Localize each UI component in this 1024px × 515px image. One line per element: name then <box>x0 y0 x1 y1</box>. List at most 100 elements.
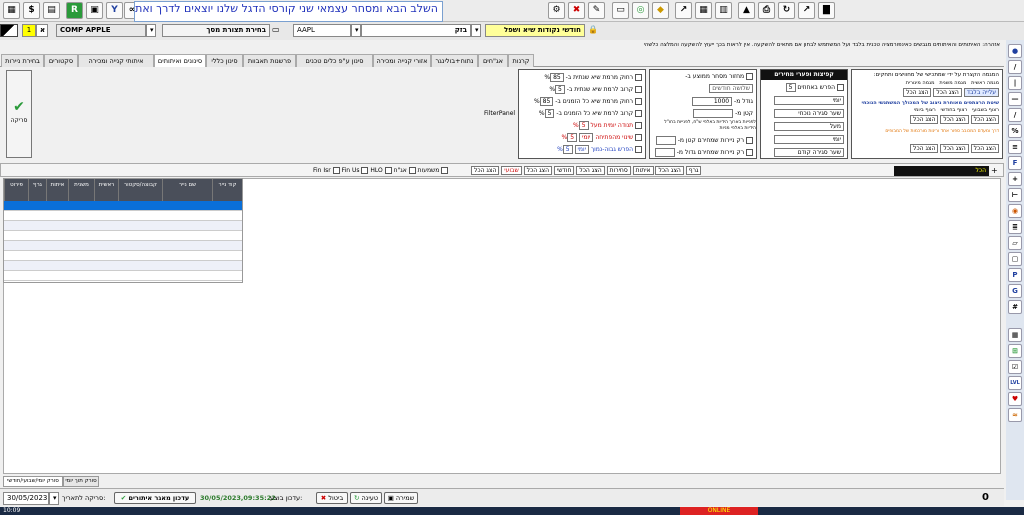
tab-funds[interactable]: קרנות <box>508 54 534 67</box>
table-row[interactable] <box>4 221 242 231</box>
trend-group: המגמה הקצרת על ידי שמתכישי של מחוויצים ו… <box>851 69 1003 159</box>
percent-icon[interactable]: % <box>1008 124 1022 138</box>
table-row[interactable] <box>4 231 242 241</box>
box-icon[interactable]: ▢ <box>1008 252 1022 266</box>
monitor-small-icon: ▭ <box>272 25 280 34</box>
a-toggle[interactable]: א <box>36 24 48 37</box>
date-dropdown[interactable]: ▾ <box>49 492 59 505</box>
taskbar: 10:09 ONLINE <box>0 507 1024 515</box>
tab-bollinger[interactable]: נתוח+בולינגר <box>431 54 478 67</box>
table-row[interactable] <box>4 261 242 271</box>
filter-panel-label: FilterPanel <box>484 110 516 117</box>
cancel-button[interactable]: ✖ ביטול <box>316 492 348 504</box>
company-name: COMP APPLE <box>56 24 146 37</box>
bottom-bar: 30/05/2023 ▾ סריקה לתאריך: ✔ עדכון מאגר … <box>0 488 1004 506</box>
table-row[interactable] <box>4 241 242 251</box>
trend-icon[interactable]: ↗ <box>798 2 815 19</box>
dollar-icon[interactable]: $ <box>23 2 40 19</box>
p-icon[interactable]: P <box>1008 268 1022 282</box>
close-icon[interactable]: ✖ <box>568 2 585 19</box>
tools-icon[interactable]: ✎ <box>588 2 605 19</box>
tab-technical-filter[interactable]: סינון ע"פ כלים טכנים <box>296 54 373 67</box>
add-icon[interactable]: ⊞ <box>1008 344 1022 358</box>
check-box-icon[interactable]: ☑ <box>1008 360 1022 374</box>
lvl-icon[interactable]: LVL <box>1008 376 1022 390</box>
search-icon[interactable]: ◎ <box>632 2 649 19</box>
tab-sectors[interactable]: סקטורים <box>44 54 78 67</box>
plus-grid-icon[interactable]: + <box>1008 172 1022 186</box>
fib-icon[interactable]: ≣ <box>1008 220 1022 234</box>
exchange-field[interactable]: בזק <box>361 24 471 37</box>
color-swatch[interactable] <box>0 24 18 37</box>
ruler-icon[interactable]: ⊢ <box>1008 188 1022 202</box>
monitor-icon[interactable]: ▭ <box>612 2 629 19</box>
lines-icon[interactable]: ≡ <box>1008 140 1022 154</box>
grid-icon[interactable]: ▦ <box>3 2 20 19</box>
lock-icon[interactable]: 🔒 <box>588 25 598 34</box>
date-field[interactable]: 30/05/2023 <box>3 492 49 505</box>
y-button[interactable]: Y <box>106 2 123 19</box>
load-button[interactable]: ↻ טעינה <box>350 492 382 504</box>
symbol-field[interactable]: AAPL <box>293 24 351 37</box>
table-icon[interactable]: ▦ <box>1008 328 1022 342</box>
scan-date-label: סריקה לתאריך: <box>62 494 106 502</box>
tab-bonds[interactable]: אג"חים <box>478 54 508 67</box>
table-row[interactable] <box>4 211 242 221</box>
wave-icon[interactable]: ≈ <box>1008 408 1022 422</box>
r-button[interactable]: R <box>66 2 83 19</box>
line-icon[interactable]: / <box>1008 60 1022 74</box>
tab-select-securities[interactable]: בחירת ניירות <box>1 54 44 67</box>
news-banner[interactable]: השלב הבא ומסחר עצמאי שני קורסי הדגל שלנו… <box>134 1 443 22</box>
save-button[interactable]: ▣ שמירה <box>384 492 418 504</box>
update-db-button[interactable]: ✔ עדכון מאגר איתורים <box>114 492 196 504</box>
result-count: 0 <box>982 492 989 503</box>
line-chart-icon[interactable]: ↗ <box>675 2 692 19</box>
company-dropdown[interactable]: ▾ <box>146 24 156 37</box>
tab-general-filter[interactable]: סינון כללי <box>206 54 243 67</box>
refresh-icon: ↻ <box>353 494 360 502</box>
f-icon[interactable]: F <box>1008 156 1022 170</box>
table-row[interactable] <box>4 251 242 261</box>
heart-icon[interactable]: ♥ <box>1008 392 1022 406</box>
tab-interpretations[interactable]: פרשנות תאבוות <box>243 54 296 67</box>
diamond-icon[interactable]: ◆ <box>652 2 669 19</box>
hash-icon[interactable]: # <box>1008 300 1022 314</box>
online-status: ONLINE <box>680 507 758 515</box>
bar-chart-icon[interactable]: ▇ <box>818 2 835 19</box>
exchange-dropdown[interactable]: ▾ <box>471 24 481 37</box>
chart-icon[interactable]: ▤ <box>43 2 60 19</box>
color-icon[interactable]: ◉ <box>1008 204 1022 218</box>
layout-select[interactable]: בחירת תצורת מסך <box>162 24 270 37</box>
scan-name-field[interactable]: חודשי נקודות שיא ושפל <box>485 24 585 37</box>
tab-buy-sell-signals[interactable]: איתותי קנייה ומכירה <box>78 54 154 67</box>
plus-icon[interactable]: + <box>991 166 998 175</box>
g-icon[interactable]: G <box>1008 284 1022 298</box>
table-row[interactable] <box>4 271 242 281</box>
tab-buy-sell-zones[interactable]: אזורי קנייה ומכירה <box>373 54 431 67</box>
diagonal-icon[interactable]: / <box>1008 108 1022 122</box>
table-row[interactable] <box>4 201 242 211</box>
results-table: פירוט גרף איתות משנית ראשית קבוצה/סקטור … <box>3 178 243 283</box>
print-icon[interactable]: ⎙ <box>758 2 775 19</box>
scan-button[interactable]: ✔ סריקה <box>6 70 32 158</box>
num-field[interactable]: 1 <box>22 24 36 37</box>
clock: 10:09 <box>3 507 21 514</box>
vline-icon[interactable]: | <box>1008 76 1022 90</box>
right-sidebar: ● / | — / % ≡ F + ⊢ ◉ ≣ ▱ ▢ P G # ▦ ⊞ ☑ … <box>1006 40 1024 500</box>
top-toolbar: ▦ $ ▤ R ▣ Y ∞ השלב הבא ומסחר עצמאי שני ק… <box>0 0 1024 22</box>
filter-active[interactable]: הכל <box>894 166 989 176</box>
calendar-icon[interactable]: ▦ <box>695 2 712 19</box>
hline-icon[interactable]: — <box>1008 92 1022 106</box>
tab-scans-signals[interactable]: סינונים ואיתותים <box>154 54 206 67</box>
bag-icon[interactable]: ▲ <box>738 2 755 19</box>
table-icon[interactable]: ▥ <box>715 2 732 19</box>
globe-icon[interactable]: ● <box>1008 44 1022 58</box>
tab-daily-scanner[interactable]: סורק יומי/שבועי/חודשי <box>3 476 63 487</box>
check-icon: ✔ <box>13 99 25 115</box>
tab-intraday-scanner[interactable]: סורק תוך יומי <box>63 476 99 487</box>
card-icon[interactable]: ▣ <box>86 2 103 19</box>
channel-icon[interactable]: ▱ <box>1008 236 1022 250</box>
settings-icon[interactable]: ⚙ <box>548 2 565 19</box>
refresh-icon[interactable]: ↻ <box>778 2 795 19</box>
symbol-dropdown[interactable]: ▾ <box>351 24 361 37</box>
